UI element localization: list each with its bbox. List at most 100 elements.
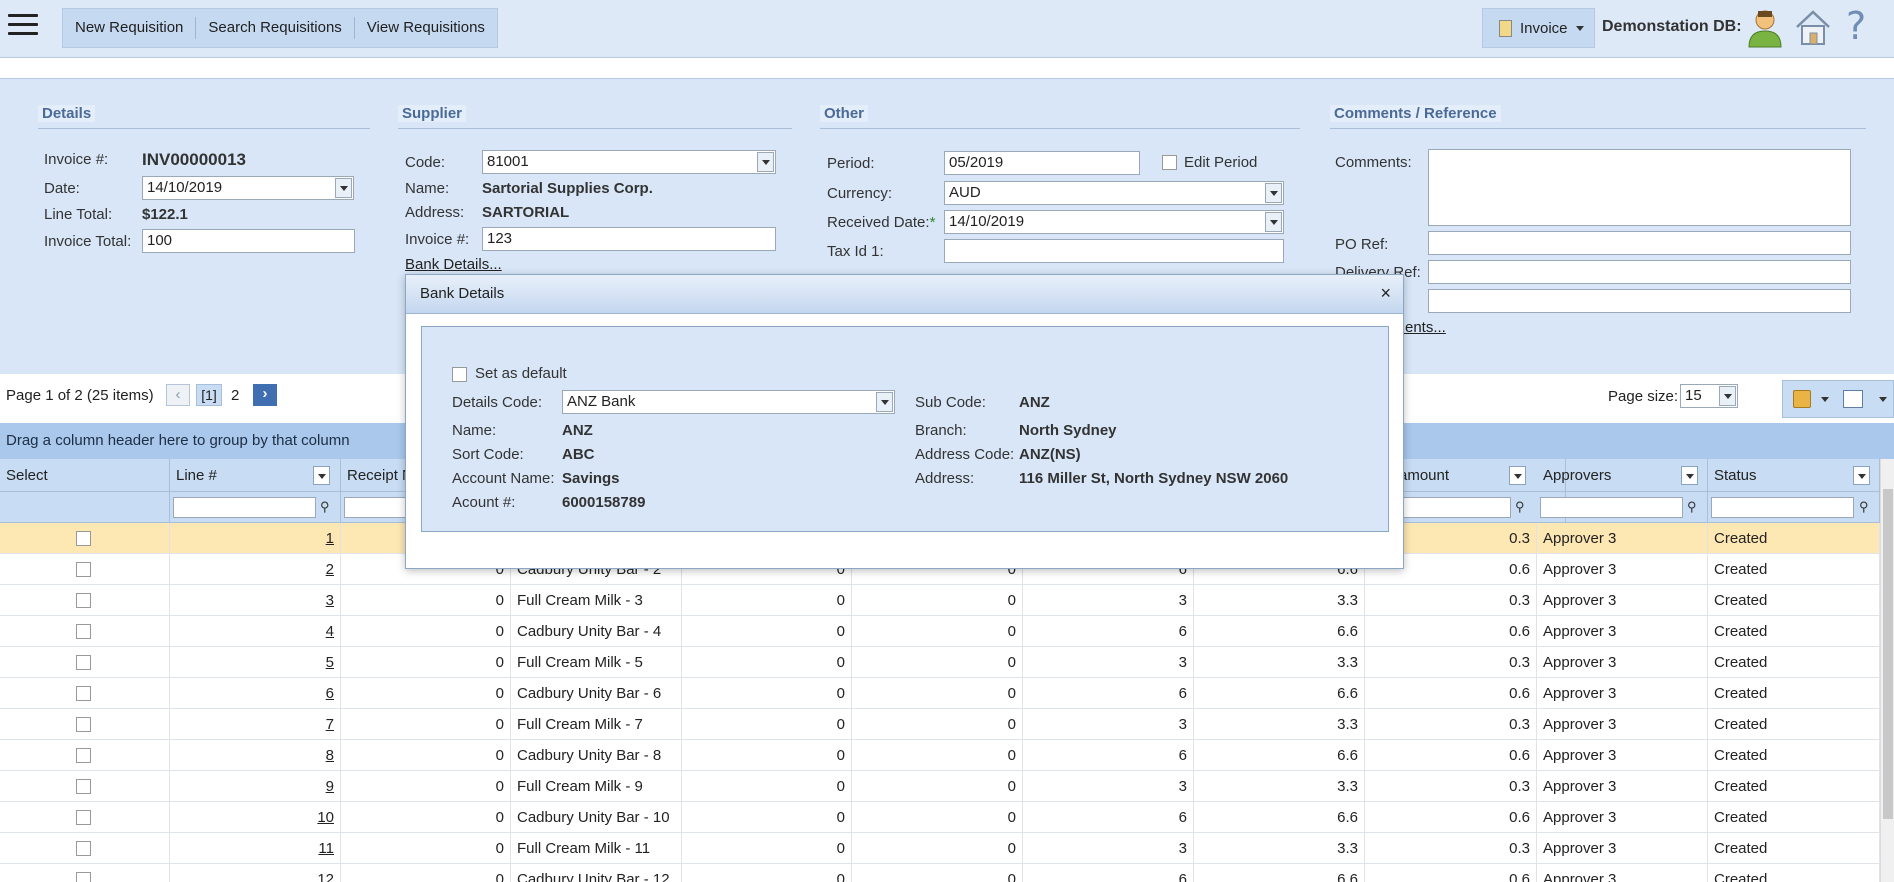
table-row[interactable]: 4 0 Cadbury Unity Bar - 4 0 0 6 6.6 0.6 Approver… bbox=[0, 616, 1880, 647]
column-header-approvers[interactable]: Approvers bbox=[1537, 459, 1708, 492]
invoice-total-field[interactable]: 100 bbox=[142, 229, 355, 253]
next-page-icon[interactable]: › bbox=[253, 384, 277, 406]
received-date-field[interactable]: 14/10/2019 bbox=[944, 210, 1284, 234]
comments-textarea[interactable] bbox=[1428, 149, 1851, 226]
status-filter-input[interactable] bbox=[1711, 497, 1854, 518]
row-select-checkbox[interactable] bbox=[76, 779, 91, 794]
table-row[interactable]: 10 0 Cadbury Unity Bar - 10 0 0 6 6.6 0.6 Approv… bbox=[0, 802, 1880, 833]
row-select-checkbox[interactable] bbox=[76, 624, 91, 639]
filter-icon[interactable]: ⚲ bbox=[1687, 499, 1697, 515]
supplier-invoice-field[interactable]: 123 bbox=[482, 227, 776, 251]
column-chooser-dropdown-icon[interactable] bbox=[1879, 397, 1887, 402]
line-number-cell-text[interactable]: 12 bbox=[317, 871, 334, 882]
set-default-checkbox[interactable] bbox=[452, 367, 467, 382]
amount-cell: 0.6 bbox=[1365, 802, 1537, 833]
export-icon[interactable] bbox=[1793, 390, 1811, 408]
home-icon[interactable] bbox=[1793, 7, 1833, 49]
amount-cell-text: 0.3 bbox=[1509, 530, 1530, 547]
reference-field[interactable] bbox=[1428, 289, 1851, 313]
line-number-cell-text[interactable]: 11 bbox=[318, 840, 334, 857]
received-date-dropdown-icon[interactable] bbox=[1265, 212, 1282, 232]
period-field[interactable]: 05/2019 bbox=[944, 151, 1140, 175]
line-filter-input[interactable] bbox=[173, 497, 316, 518]
row-select-checkbox[interactable] bbox=[76, 655, 91, 670]
line-number-cell-text[interactable]: 7 bbox=[326, 716, 334, 733]
row-select-checkbox[interactable] bbox=[76, 872, 91, 882]
approvers-filter-dropdown-icon[interactable] bbox=[1681, 466, 1698, 485]
currency-dropdown-icon[interactable] bbox=[1265, 183, 1282, 203]
new-requisition-button[interactable]: New Requisition bbox=[63, 17, 197, 39]
table-row[interactable]: 11 0 Full Cream Milk - 11 0 0 3 3.3 0.3 Approver… bbox=[0, 833, 1880, 864]
bank-details-link[interactable]: Bank Details... bbox=[405, 256, 502, 273]
amount-filter-dropdown-icon[interactable] bbox=[1509, 466, 1526, 485]
page-2-button[interactable]: 2 bbox=[231, 387, 239, 404]
help-icon[interactable]: ? bbox=[1846, 4, 1866, 48]
page-size-select[interactable]: 15 bbox=[1680, 384, 1738, 408]
search-requisitions-button[interactable]: Search Requisitions bbox=[196, 17, 355, 39]
total-cell: 6.6 bbox=[1194, 802, 1365, 833]
row-select-checkbox[interactable] bbox=[76, 686, 91, 701]
line-number-cell-text[interactable]: 6 bbox=[326, 685, 334, 702]
row-select-checkbox[interactable] bbox=[76, 531, 91, 546]
delivery-ref-field[interactable] bbox=[1428, 260, 1851, 284]
filter-icon[interactable]: ⚲ bbox=[320, 499, 330, 515]
price-cell-text: 6 bbox=[1178, 871, 1187, 882]
column-header-select[interactable]: Select bbox=[0, 459, 170, 492]
filter-icon[interactable]: ⚲ bbox=[1515, 499, 1525, 515]
amount-filter-input[interactable] bbox=[1397, 497, 1511, 518]
row-select-checkbox[interactable] bbox=[76, 748, 91, 763]
edit-period-checkbox[interactable] bbox=[1162, 155, 1177, 170]
row-select-checkbox[interactable] bbox=[76, 593, 91, 608]
table-row[interactable]: 9 0 Full Cream Milk - 9 0 0 3 3.3 0.3 Approver 3… bbox=[0, 771, 1880, 802]
column-header-line[interactable]: Line # bbox=[170, 459, 341, 492]
grid-scrollbar[interactable] bbox=[1880, 459, 1894, 882]
view-requisitions-button[interactable]: View Requisitions bbox=[355, 17, 497, 39]
line-number-cell-text[interactable]: 8 bbox=[326, 747, 334, 764]
date-dropdown-icon[interactable] bbox=[335, 178, 352, 198]
details-code-select[interactable]: ANZ Bank bbox=[562, 390, 895, 414]
supplier-code-dropdown-icon[interactable] bbox=[757, 152, 774, 172]
approvers-filter-input[interactable] bbox=[1540, 497, 1683, 518]
line-number-cell-text[interactable]: 9 bbox=[326, 778, 334, 795]
prev-page-icon[interactable]: ‹ bbox=[166, 384, 190, 406]
invoice-menu-button[interactable]: Invoice bbox=[1482, 8, 1595, 48]
row-select-checkbox[interactable] bbox=[76, 717, 91, 732]
row-select-checkbox[interactable] bbox=[76, 562, 91, 577]
table-row[interactable]: 12 0 Cadbury Unity Bar - 12 0 0 6 6.6 0.6 Approv… bbox=[0, 864, 1880, 882]
column-chooser-icon[interactable] bbox=[1843, 390, 1863, 408]
table-row[interactable]: 5 0 Full Cream Milk - 5 0 0 3 3.3 0.3 Approver 3… bbox=[0, 647, 1880, 678]
export-dropdown-icon[interactable] bbox=[1821, 397, 1829, 402]
table-row[interactable]: 3 0 Full Cream Milk - 3 0 0 3 3.3 0.3 Approver 3… bbox=[0, 585, 1880, 616]
tax-id-field[interactable] bbox=[944, 239, 1284, 263]
close-icon[interactable]: × bbox=[1380, 283, 1391, 304]
line-number-cell-text[interactable]: 4 bbox=[326, 623, 334, 640]
table-row[interactable]: 8 0 Cadbury Unity Bar - 8 0 0 6 6.6 0.6 Approver… bbox=[0, 740, 1880, 771]
status-filter-dropdown-icon[interactable] bbox=[1853, 466, 1870, 485]
details-code-dropdown-icon[interactable] bbox=[876, 392, 893, 412]
amount-cell-text: 0.6 bbox=[1509, 747, 1530, 764]
menu-icon[interactable] bbox=[8, 14, 38, 38]
filter-icon[interactable]: ⚲ bbox=[1859, 499, 1869, 515]
line-number-cell-text[interactable]: 10 bbox=[317, 809, 334, 826]
po-ref-field[interactable] bbox=[1428, 231, 1851, 255]
total-cell-text: 3.3 bbox=[1337, 592, 1358, 609]
line-number-cell-text[interactable]: 3 bbox=[326, 592, 334, 609]
supplier-code-field[interactable]: 81001 bbox=[482, 150, 776, 174]
receipt-cell: 0 bbox=[341, 833, 511, 864]
supplier-name-label: Name: bbox=[405, 180, 450, 197]
date-field[interactable]: 14/10/2019 bbox=[142, 176, 354, 200]
column-header-status[interactable]: Status bbox=[1708, 459, 1880, 492]
scrollbar-thumb[interactable] bbox=[1883, 489, 1893, 819]
currency-field[interactable]: AUD bbox=[944, 181, 1284, 205]
page-1-button[interactable]: [1] bbox=[196, 384, 222, 406]
line-filter-dropdown-icon[interactable] bbox=[313, 466, 330, 485]
line-number-cell-text[interactable]: 5 bbox=[326, 654, 334, 671]
row-select-checkbox[interactable] bbox=[76, 810, 91, 825]
line-number-cell-text[interactable]: 1 bbox=[326, 530, 334, 547]
table-row[interactable]: 6 0 Cadbury Unity Bar - 6 0 0 6 6.6 0.6 Approver… bbox=[0, 678, 1880, 709]
line-number-cell-text[interactable]: 2 bbox=[326, 561, 334, 578]
table-row[interactable]: 7 0 Full Cream Milk - 7 0 0 3 3.3 0.3 Approver 3… bbox=[0, 709, 1880, 740]
page-size-dropdown-icon[interactable] bbox=[1719, 386, 1736, 406]
row-select-checkbox[interactable] bbox=[76, 841, 91, 856]
user-icon[interactable] bbox=[1745, 7, 1785, 49]
